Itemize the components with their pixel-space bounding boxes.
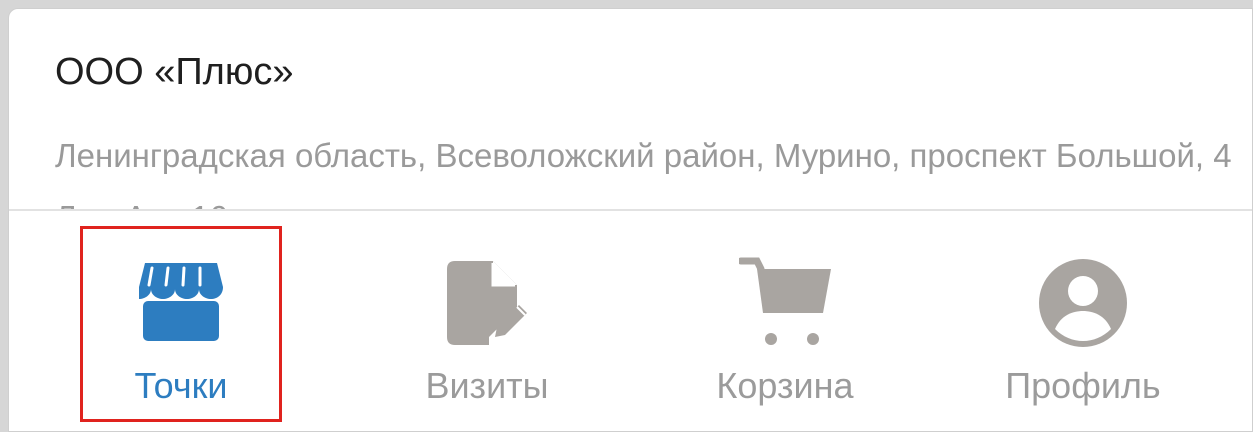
company-card[interactable]: ООО «Плюс» Ленинградская область, Всевол…: [9, 9, 1252, 209]
document-edit-icon: [447, 261, 527, 345]
tab-points-label: Точки: [134, 365, 228, 406]
company-name: ООО «Плюс»: [55, 51, 294, 93]
cart-icon: [739, 257, 831, 345]
tab-visits-label: Визиты: [425, 365, 549, 406]
tab-cart-label: Корзина: [716, 365, 854, 406]
tab-visits[interactable]: Визиты: [387, 211, 587, 411]
company-address: Ленинградская область, Всеволожский райо…: [55, 137, 1232, 209]
tab-cart[interactable]: Корзина: [685, 211, 885, 411]
tab-points[interactable]: Точки: [81, 211, 281, 411]
tab-profile[interactable]: Профиль: [983, 211, 1183, 411]
storefront-icon: [139, 263, 223, 341]
bottom-tab-bar: Точки Визиты Корзина Профиль: [9, 211, 1252, 431]
account-circle-icon: [1039, 259, 1127, 347]
tab-profile-label: Профиль: [1005, 365, 1161, 406]
app-frame: ООО «Плюс» Ленинградская область, Всевол…: [8, 8, 1253, 432]
